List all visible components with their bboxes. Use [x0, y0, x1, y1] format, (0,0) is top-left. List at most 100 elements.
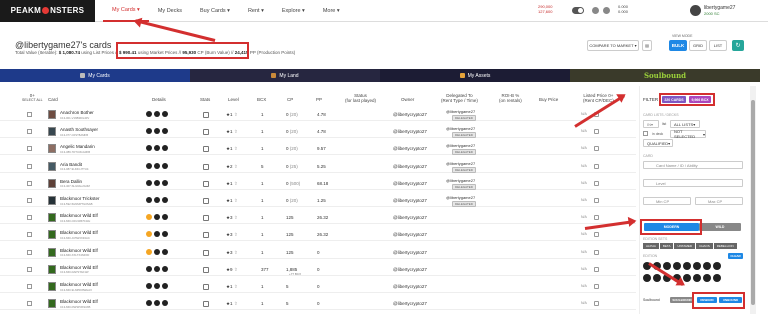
gold-icon[interactable] — [713, 262, 721, 270]
card-owner[interactable]: @libertycrypto27 — [393, 267, 427, 272]
refresh-icon[interactable]: ↻ — [732, 40, 744, 51]
row-checkbox[interactable] — [27, 249, 32, 255]
edition-alpha[interactable]: ALPHA — [643, 243, 659, 249]
card-thumbnail[interactable] — [48, 213, 56, 223]
col-level[interactable]: Level — [228, 97, 239, 102]
stats-icon[interactable] — [203, 146, 209, 153]
card-name[interactable]: Blackmoor Wild Elf — [60, 282, 98, 287]
card-name[interactable]: Blackmoor Wild Elf — [60, 213, 98, 218]
delegated-to[interactable]: @libertygame27 — [446, 195, 475, 200]
card-owner[interactable]: @libertycrypto27 — [393, 181, 427, 186]
col-card[interactable]: Card — [48, 97, 58, 102]
wild-toggle[interactable]: WILD — [699, 223, 741, 231]
edition-beta[interactable]: BETA — [659, 243, 674, 249]
row-checkbox[interactable] — [27, 266, 32, 272]
edition-rebellion[interactable]: REBELLION — [713, 243, 737, 249]
col-delegated[interactable]: Delegated To (Rent Type / Time) — [441, 93, 478, 103]
row-checkbox[interactable] — [27, 180, 32, 186]
stats-icon[interactable] — [203, 301, 209, 308]
table-row[interactable]: Anasth Soothsayer C13-077-C0ST8AMFB ★1 ⇧… — [0, 125, 636, 139]
row-checkbox[interactable] — [27, 129, 32, 135]
table-row[interactable]: Blackmoor Wild Elf C13-660-JU5W3XZ4AC ★3… — [0, 228, 636, 242]
row-checkbox[interactable] — [27, 163, 32, 169]
clear-button[interactable]: CLEAR — [728, 253, 743, 259]
card-name[interactable]: Blackmoor Wild Elf — [60, 248, 98, 253]
nav-more[interactable]: More ▾ — [314, 0, 349, 22]
row-checkbox[interactable] — [27, 301, 32, 307]
list-button[interactable]: LIST — [709, 40, 727, 51]
card-thumbnail[interactable] — [48, 144, 56, 154]
wallet-icon[interactable] — [603, 7, 610, 14]
avatar[interactable] — [690, 5, 701, 16]
row-checkbox[interactable] — [27, 232, 32, 238]
table-row[interactable]: Blackmoor Wild Elf C13-660-DAPSTAF1W ★9 … — [0, 263, 636, 276]
delegated-to[interactable]: @libertygame27 — [446, 161, 475, 166]
card-owner[interactable]: @libertycrypto27 — [393, 112, 427, 117]
card-name[interactable]: Blackmoor Wild Elf — [60, 230, 98, 235]
dragon-icon[interactable] — [693, 262, 701, 270]
row-checkbox[interactable] — [27, 146, 32, 152]
stats-icon[interactable] — [203, 129, 209, 136]
card-owner[interactable]: @libertycrypto27 — [393, 164, 427, 169]
col-pp[interactable]: PP — [316, 97, 322, 102]
stats-icon[interactable] — [203, 232, 209, 239]
card-thumbnail[interactable] — [48, 282, 56, 291]
common-icon[interactable] — [643, 274, 651, 282]
card-thumbnail[interactable] — [48, 127, 56, 137]
nav-rent[interactable]: Rent ▾ — [239, 0, 273, 22]
monster-icon[interactable] — [703, 274, 711, 282]
in-select[interactable]: IN ▾ — [643, 120, 659, 128]
summoner-icon[interactable] — [693, 274, 701, 282]
table-row[interactable]: Blackmoor Wild Elf C13-660-DWSP3K94XB ★1… — [0, 297, 636, 311]
nav-my-decks[interactable]: My Decks — [149, 0, 191, 22]
card-thumbnail[interactable] — [48, 110, 56, 119]
stats-icon[interactable] — [203, 198, 209, 204]
stats-icon[interactable] — [203, 284, 209, 290]
max-cp-input[interactable]: Max CP — [695, 197, 743, 205]
card-thumbnail[interactable] — [48, 230, 56, 240]
foil-icon[interactable] — [713, 274, 721, 282]
delegated-to[interactable]: @libertygame27 — [446, 109, 475, 114]
nav-buy-cards[interactable]: Buy Cards ▾ — [191, 0, 239, 22]
card-name[interactable]: Bera Dallin — [60, 179, 82, 184]
card-owner[interactable]: @libertycrypto27 — [393, 232, 427, 237]
card-thumbnail[interactable] — [48, 196, 56, 205]
card-thumbnail[interactable] — [48, 247, 56, 257]
row-checkbox[interactable] — [27, 215, 32, 221]
col-roi[interactable]: ROI-B % (on rentals) — [499, 93, 522, 103]
in-deck-checkbox[interactable] — [643, 131, 648, 136]
list-icon[interactable] — [594, 146, 599, 152]
rare-icon[interactable] — [653, 274, 661, 282]
card-owner[interactable]: @libertycrypto27 — [393, 284, 427, 289]
delegated-to[interactable]: @libertygame27 — [446, 143, 475, 148]
not-selected-select[interactable]: NOT SELECTED ▾ — [670, 129, 706, 139]
grid-button[interactable]: GRID — [689, 40, 707, 51]
stats-icon[interactable] — [203, 163, 209, 170]
table-row[interactable]: Blackmoor Wild Elf C13-660-9LNP0K8WHAX ★… — [0, 280, 636, 293]
earth-icon[interactable] — [663, 262, 671, 270]
table-row[interactable]: Blackmoor Wild Elf C13-660-C0U3JB7F4JH ★… — [0, 211, 636, 225]
card-owner[interactable]: @libertycrypto27 — [393, 129, 427, 134]
list-icon[interactable] — [594, 215, 599, 221]
life-icon[interactable] — [673, 262, 681, 270]
row-checkbox[interactable] — [27, 198, 32, 203]
tab-soulbound[interactable]: Soulbound — [570, 69, 760, 82]
col-listed-price[interactable]: Listed Price 0+ (Rent CP/DEC) — [583, 93, 614, 103]
stats-icon[interactable] — [203, 249, 209, 256]
row-checkbox[interactable] — [27, 112, 32, 117]
card-thumbnail[interactable] — [48, 299, 56, 309]
table-row[interactable]: Bera Dallin C13-407-SLG6AL2G3M ★1 ⇧ 1 0 … — [0, 177, 636, 190]
card-name[interactable]: Blackmoor Trickster — [60, 196, 100, 201]
tab-my-land[interactable]: My Land — [190, 69, 380, 82]
card-owner[interactable]: @libertycrypto27 — [393, 146, 427, 151]
nav-explore[interactable]: Explore ▾ — [273, 0, 314, 22]
tab-my-assets[interactable]: My Assets — [380, 69, 570, 82]
card-thumbnail[interactable] — [48, 264, 56, 274]
list-icon[interactable] — [594, 129, 599, 135]
theme-toggle[interactable] — [572, 7, 584, 14]
table-row[interactable]: Angelic Mandarin C13-389-7DTU3GG3KB ★1 ⇧… — [0, 142, 636, 156]
stats-icon[interactable] — [203, 112, 209, 118]
card-owner[interactable]: @libertycrypto27 — [393, 250, 427, 255]
stats-icon[interactable] — [203, 215, 209, 222]
card-name[interactable]: Anasth Soothsayer — [60, 127, 98, 132]
